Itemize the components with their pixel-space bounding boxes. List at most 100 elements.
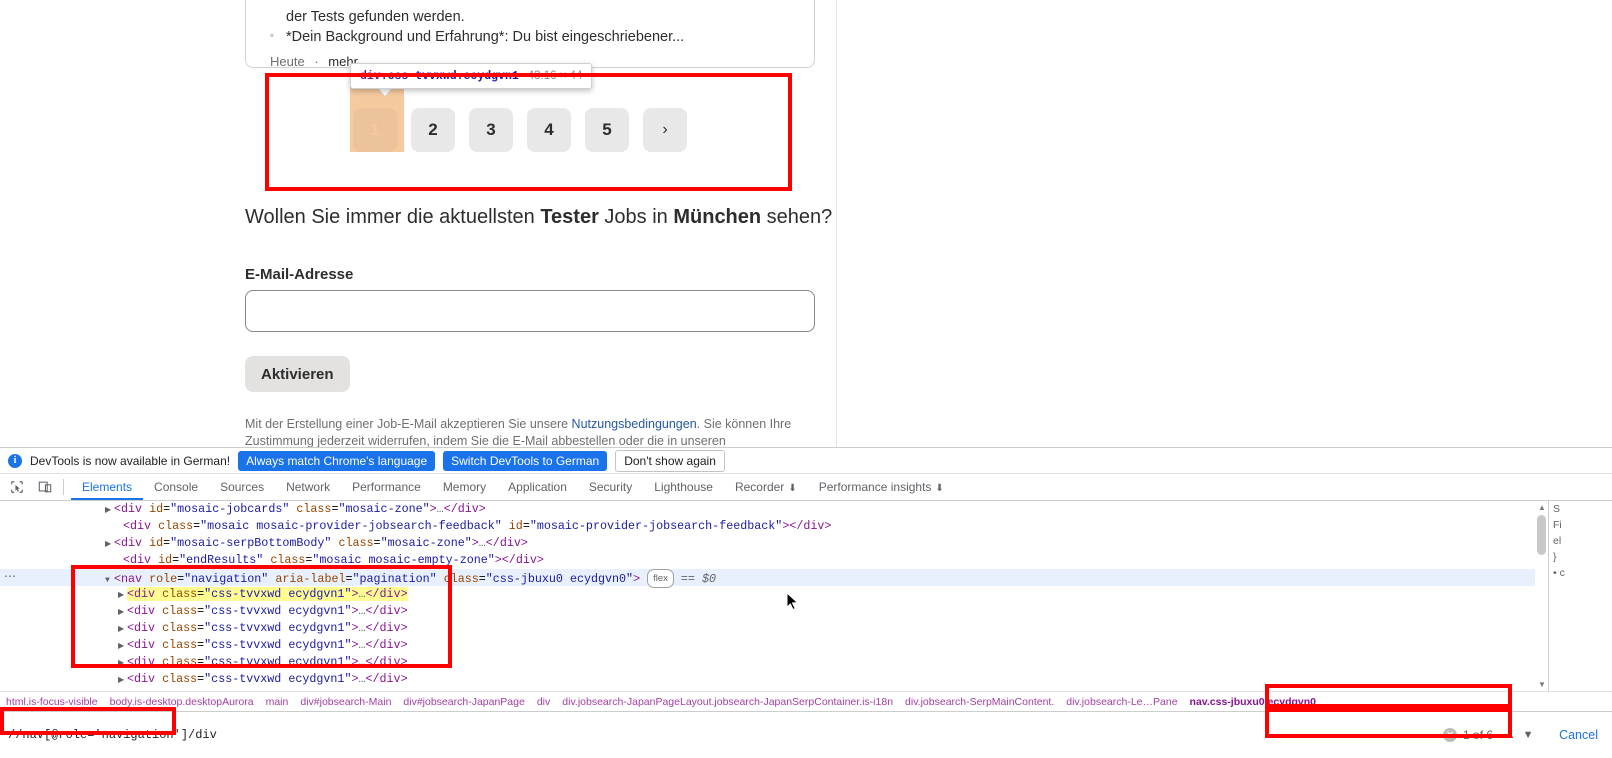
clear-search-icon[interactable]: ✕ [1443,728,1458,742]
match-chrome-language-button[interactable]: Always match Chrome's language [238,450,436,471]
pagination-page-2[interactable]: 2 [411,108,455,152]
device-toolbar-icon [38,481,52,493]
tab-performance-insights[interactable]: Performance insights ⬇ [808,474,955,500]
dom-node-markup: <div class="css-tvvxwd ecydgvn1">…</div> [127,621,408,635]
tab-recorder-label: Recorder [734,480,785,494]
infobar-message: DevTools is now available in German! [30,453,231,468]
legal-part-3: Zustimmung jederzeit widerrufen, indem S… [245,434,726,447]
pagination-page-5[interactable]: 5 [585,108,629,152]
breadcrumb-item[interactable]: body.is-desktop.desktopAurora [104,696,260,708]
tab-lighthouse[interactable]: Lighthouse [643,474,724,500]
alert-q-mid: Jobs in [598,206,674,228]
terms-link[interactable]: Nutzungsbedingungen [572,417,697,431]
dom-tree-row[interactable]: ▶ <div class="css-tvvxwd ecydgvn1">…</div… [0,620,1548,637]
search-match-count: 1 of 6 [1463,728,1494,742]
pagination-page-1[interactable]: 1 [353,108,397,152]
tab-elements[interactable]: Elements [71,474,143,500]
pagination-page-4[interactable]: 4 [527,108,571,152]
email-field-label: E-Mail-Adresse [245,266,354,283]
dom-node-markup: <div class="css-tvvxwd ecydgvn1">…</div> [127,672,408,686]
tab-memory[interactable]: Memory [432,474,497,500]
disclosure-triangle-icon[interactable]: ▶ [118,655,127,672]
dom-tree-row[interactable]: ▶ <div class="css-tvvxwd ecydgvn1">…</div… [0,586,1548,603]
dom-tree-row[interactable]: ▼<nav role="navigation" aria-label="pagi… [0,569,1548,588]
breadcrumb-item[interactable]: div#jobsearch-JapanPage [397,696,530,708]
browser-page-viewport: der Tests gefunden werden. ◦ *Dein Backg… [0,0,1612,447]
job-card-separator: · [314,54,319,69]
pagination-list: 1 2 3 4 5 › [353,108,687,152]
tab-network[interactable]: Network [275,474,341,500]
tab-recorder[interactable]: Recorder ⬇ [724,474,808,500]
dom-tree-row[interactable]: ▶ <div id="mosaic-jobcards" class="mosaic… [0,501,1548,518]
disclosure-triangle-icon[interactable]: ▶ [118,587,127,604]
sidebar-hint-text: } [1553,551,1557,563]
styles-sidebar-pane[interactable]: S Fi el} • c [1548,501,1612,691]
tab-performance[interactable]: Performance [341,474,432,500]
inspector-selector: div.css-tvvxwd.ecydgvn1 [360,70,519,83]
scrollbar-thumb[interactable] [1537,515,1546,555]
search-next-icon[interactable]: ▼ [1519,726,1537,744]
toggle-device-toolbar-icon[interactable] [34,476,56,498]
breadcrumb-item[interactable]: html.is-focus-visible [0,696,104,708]
inspect-element-icon[interactable] [6,476,28,498]
disclosure-triangle-icon[interactable]: ▶ [105,502,114,519]
tab-sources[interactable]: Sources [209,474,275,500]
disclosure-triangle-icon[interactable]: ▶ [118,638,127,655]
inspector-tooltip-arrow [378,88,392,96]
cancel-search-button[interactable]: Cancel [1559,728,1598,742]
dom-tree-scrollbar[interactable]: ▲ ▼ [1535,501,1548,691]
sidebar-hint-text: el [1553,535,1562,547]
pagination-page-3[interactable]: 3 [469,108,513,152]
tab-security[interactable]: Security [578,474,643,500]
job-card-remnant[interactable]: der Tests gefunden werden. ◦ *Dein Backg… [245,0,815,69]
switch-devtools-german-button[interactable]: Switch DevTools to German [443,450,608,471]
search-prev-icon[interactable]: ▲ [1501,726,1519,744]
pagination-next-button[interactable]: › [643,108,687,152]
dom-node-markup: <div class="css-tvvxwd ecydgvn1">…</div> [127,655,408,669]
dom-node-markup: <div class="css-tvvxwd ecydgvn1">…</div> [127,638,408,652]
dom-tree[interactable]: ▶ <div id="mosaic-jobcards" class="mosaic… [0,501,1548,691]
dom-node-markup: <div id="endResults" class="mosaic mosai… [123,553,544,567]
dom-node-markup: <div class="mosaic mosaic-provider-jobse… [123,519,832,533]
breadcrumb-item[interactable]: div.jobsearch-SerpMainContent. [899,696,1060,708]
disclosure-triangle-icon[interactable]: ▶ [105,536,114,553]
dom-tree-row[interactable]: ▶ <div class="css-tvvxwd ecydgvn1">…</div… [0,603,1548,620]
breadcrumb[interactable]: html.is-focus-visible body.is-desktop.des… [0,691,1612,711]
dom-tree-row[interactable]: ▶ <div class="css-tvvxwd ecydgvn1">…</div… [0,671,1548,688]
breadcrumb-item[interactable]: div [531,696,556,708]
sidebar-hint-text: Fi [1553,519,1562,531]
devtools-panel: i DevTools is now available in German! A… [0,447,1612,758]
alert-legal-text: Mit der Erstellung einer Job-E-Mail akze… [245,416,805,447]
tab-application[interactable]: Application [497,474,578,500]
dom-node-markup: <nav role="navigation" aria-label="pagin… [114,572,641,586]
scroll-down-arrow-icon[interactable]: ▼ [1538,680,1546,689]
dom-tree-row[interactable]: ▶ <div id="mosaic-serpBottomBody" class="… [0,535,1548,552]
alert-q-suffix: sehen? [761,206,833,228]
breadcrumb-item[interactable]: main [260,696,295,708]
element-inspector-tooltip: div.css-tvvxwd.ecydgvn1 43.16 × 44 [350,63,593,89]
devtools-language-infobar: i DevTools is now available in German! A… [0,448,1612,474]
dont-show-again-button[interactable]: Don't show again [615,449,725,472]
job-card-line-2: *Dein Background und Erfahrung*: Du bist… [286,29,685,45]
activate-alert-button[interactable]: Aktivieren [245,356,350,392]
dom-tree-row[interactable]: ▶ <div class="css-tvvxwd ecydgvn1">…</div… [0,637,1548,654]
pagination-nav: 1 2 3 4 5 › [268,76,792,191]
disclosure-triangle-icon[interactable]: ▶ [118,604,127,621]
breadcrumb-item[interactable]: div#jobsearch-Main [294,696,397,708]
serp-left-pane: der Tests gefunden werden. ◦ *Dein Backg… [0,0,836,447]
breadcrumb-item[interactable]: nav.css-jbuxu0.ecydgvn0 [1184,696,1322,708]
dom-tree-row[interactable]: <div class="mosaic mosaic-provider-jobse… [0,518,1548,535]
dom-tree-row[interactable]: ▶ <div class="css-tvvxwd ecydgvn1">…</div… [0,654,1548,671]
breadcrumb-item[interactable]: div.jobsearch-JapanPageLayout.jobsearch-… [556,696,899,708]
scroll-up-arrow-icon[interactable]: ▲ [1538,503,1546,512]
search-input[interactable] [0,712,1444,758]
tab-console[interactable]: Console [143,474,209,500]
disclosure-triangle-icon[interactable]: ▶ [118,621,127,638]
breadcrumb-item[interactable]: div.jobsearch-Le…Pane [1060,696,1183,708]
alert-q-prefix: Wollen Sie immer die aktuellsten [245,206,541,228]
selected-node-ref: == $0 [673,572,716,586]
disclosure-triangle-icon[interactable]: ▶ [118,672,127,689]
dom-node-markup: <div id="mosaic-serpBottomBody" class="m… [114,536,528,550]
dom-tree-row[interactable]: <div id="endResults" class="mosaic mosai… [0,552,1548,569]
email-input[interactable] [245,290,815,332]
